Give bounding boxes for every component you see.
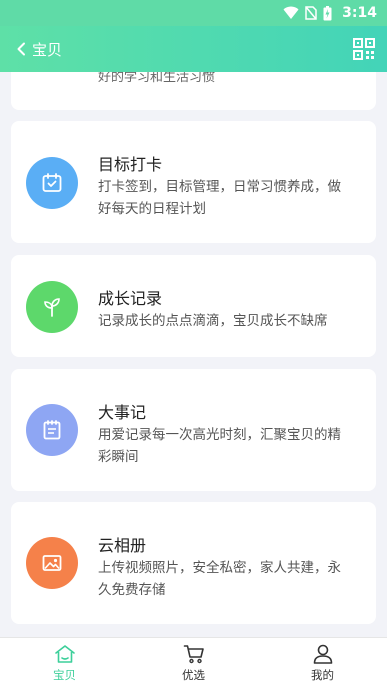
tab-mine[interactable]: 我的	[258, 638, 387, 688]
home-icon	[54, 644, 75, 663]
chevron-left-icon	[17, 42, 25, 56]
user-icon	[313, 644, 332, 664]
status-bar: 3:14	[0, 0, 387, 26]
tab-featured[interactable]: 优选	[129, 638, 258, 688]
calendar-check-icon	[42, 173, 62, 192]
sprout-icon	[44, 298, 60, 317]
feature-card-partial[interactable]: 好的学习和生活习惯	[11, 72, 376, 110]
icon-circle	[26, 281, 78, 333]
feature-card-cloud-album[interactable]: 云相册 上传视频照片，安全私密，家人共建，永久免费存储	[11, 502, 376, 624]
header-title: 宝贝	[32, 40, 63, 59]
feature-desc: 上传视频照片，安全私密，家人共建，永久免费存储	[98, 560, 341, 598]
feature-title: 目标打卡	[98, 155, 163, 174]
bottom-tab-bar: 宝贝 优选 我的	[0, 637, 387, 688]
feature-desc: 用爱记录每一次高光时刻，汇聚宝贝的精彩瞬间	[98, 427, 341, 465]
tab-label: 宝贝	[53, 667, 76, 682]
feature-desc: 打卡签到，目标管理，日常习惯养成，做好每天的日程计划	[98, 179, 341, 217]
battery-charging-icon	[323, 5, 332, 20]
photo-icon	[42, 555, 62, 571]
icon-circle	[26, 157, 78, 209]
cart-icon	[183, 644, 204, 663]
wifi-icon	[283, 6, 299, 19]
no-sim-icon	[305, 6, 317, 20]
notebook-icon	[43, 420, 61, 440]
feature-title: 大事记	[98, 403, 147, 422]
feature-desc: 记录成长的点点滴滴，宝贝成长不缺席	[98, 313, 328, 329]
feature-card-milestones[interactable]: 大事记 用爱记录每一次高光时刻，汇聚宝贝的精彩瞬间	[11, 369, 376, 491]
back-button[interactable]: 宝贝	[16, 39, 62, 60]
feature-card-growth-record[interactable]: 成长记录 记录成长的点点滴滴，宝贝成长不缺席	[11, 255, 376, 357]
icon-circle	[26, 404, 78, 456]
tab-label: 我的	[311, 667, 334, 682]
feature-list[interactable]: 好的学习和生活习惯 目标打卡 打卡签到，目标管理，日常习惯养成，做好每天的日程计…	[0, 72, 387, 637]
feature-title: 云相册	[98, 536, 147, 555]
status-time: 3:14	[342, 5, 377, 21]
icon-circle	[26, 537, 78, 589]
qr-code-icon[interactable]	[353, 38, 375, 60]
tab-baby[interactable]: 宝贝	[0, 638, 129, 688]
feature-title: 成长记录	[98, 289, 163, 308]
feature-card-goal-checkin[interactable]: 目标打卡 打卡签到，目标管理，日常习惯养成，做好每天的日程计划	[11, 121, 376, 243]
feature-desc: 好的学习和生活习惯	[98, 72, 216, 85]
tab-label: 优选	[182, 667, 205, 682]
header: 宝贝	[0, 26, 387, 72]
